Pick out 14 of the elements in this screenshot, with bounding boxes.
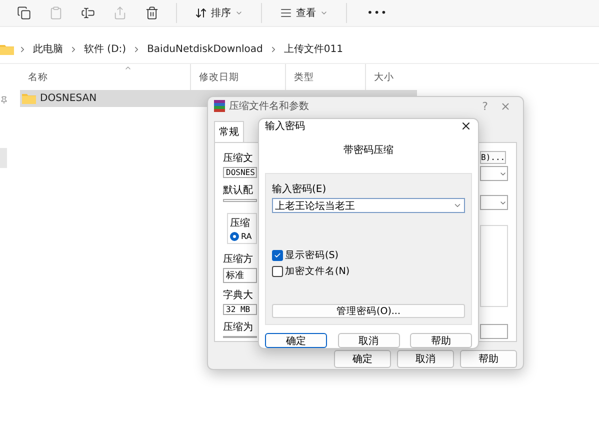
window-title: 压缩文件名和参数 [229, 100, 310, 113]
field-label: 压缩文 [223, 152, 254, 165]
dialog-heading: 带密码压缩 [259, 133, 478, 173]
file-name: DOSNESAN [40, 93, 97, 104]
window-title: 输入密码 [265, 120, 306, 133]
group-label: 压缩 [230, 216, 251, 230]
checkbox-label: 加密文件名(N) [285, 265, 350, 278]
field-label: 压缩方 [223, 252, 254, 266]
field-label: 字典大 [223, 288, 254, 302]
checkbox-label: 显示密码(S) [285, 249, 338, 262]
field-label: 默认配 [223, 184, 254, 197]
radio-label: RA [241, 232, 252, 240]
field-label: 输入密码(E) [272, 182, 328, 196]
field-label: 压缩为 [223, 320, 254, 334]
